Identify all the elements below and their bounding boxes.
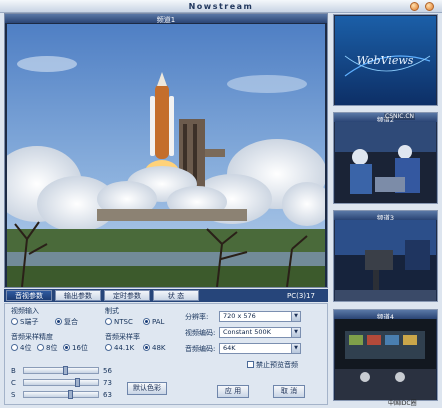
slider-s-value: 63 — [103, 391, 112, 399]
format-pal-radio[interactable] — [143, 318, 150, 325]
slider-c-track[interactable] — [23, 379, 99, 386]
watermark: 中国IDC圈 — [388, 400, 417, 407]
thumbnail-logo[interactable]: WebViews — [333, 14, 438, 106]
resolution-label: 分辨率: — [185, 313, 209, 321]
format-pal-label: PAL — [152, 318, 165, 326]
tab-output-params[interactable]: 输出参数 — [55, 290, 101, 301]
app-title: Nowstream — [188, 2, 254, 11]
settings-panel: 视频输入 S端子 复合 制式 NTSC PAL 音频采样精度 4位 8位 16位… — [4, 303, 328, 405]
audio-rate-label: 音频采样率 — [105, 333, 140, 341]
tab-status[interactable]: 状 态 — [153, 290, 199, 301]
slider-b-track[interactable] — [23, 367, 99, 374]
resolution-select[interactable]: 720 x 576 ▼ — [219, 311, 301, 322]
audio-codec-label: 音频编码: — [185, 345, 216, 353]
title-bar: Nowstream — [0, 0, 442, 13]
main-video-image[interactable] — [7, 24, 325, 287]
audio-rate-48k-radio[interactable] — [143, 344, 150, 351]
thumbnail-4-header: 频道4 — [334, 310, 437, 321]
tab-audio-video-params[interactable]: 音视参数 — [6, 290, 52, 301]
slider-s-label: S — [11, 391, 16, 399]
audio-rate-44k-radio[interactable] — [105, 344, 112, 351]
apply-button[interactable]: 应 用 — [217, 385, 249, 398]
slider-c-thumb[interactable] — [75, 378, 80, 387]
cancel-button[interactable]: 取 消 — [273, 385, 305, 398]
resolution-value: 720 x 576 — [223, 312, 256, 320]
video-input-label: 视频输入 — [11, 307, 39, 315]
disable-preview-audio-label: 禁止预览音频 — [256, 361, 298, 369]
slider-b-label: B — [11, 367, 16, 375]
thumbnail-channel-2[interactable]: 频道2 CSNIC.CN — [333, 112, 438, 204]
thumbnail-channel-4[interactable]: 频道4 — [333, 309, 438, 401]
audio-rate-48k-label: 48K — [152, 344, 166, 352]
format-ntsc-label: NTSC — [114, 318, 133, 326]
video-input-composite-radio[interactable] — [55, 318, 62, 325]
tab-bar: 音视参数 输出参数 定时参数 状 态 PC(3)17 — [4, 289, 328, 302]
audio-bits-4-radio[interactable] — [11, 344, 18, 351]
audio-bits-4-label: 4位 — [20, 344, 32, 352]
audio-codec-value: 64K — [223, 344, 236, 352]
video-codec-label: 视频编码: — [185, 329, 216, 337]
audio-rate-44k-label: 44.1K — [114, 344, 135, 352]
audio-bits-8-radio[interactable] — [37, 344, 44, 351]
chevron-down-icon[interactable]: ▼ — [291, 328, 300, 337]
chevron-down-icon[interactable]: ▼ — [291, 312, 300, 321]
video-codec-select[interactable]: Constant 500K ▼ — [219, 327, 301, 338]
slider-s-track[interactable] — [23, 391, 99, 398]
webviews-logo-text: WebViews — [357, 54, 414, 67]
tab-schedule-params[interactable]: 定时参数 — [104, 290, 150, 301]
minimize-button[interactable] — [410, 2, 419, 11]
slider-s-thumb[interactable] — [68, 390, 73, 399]
main-video-header: 频道1 — [5, 14, 327, 24]
video-codec-value: Constant 500K — [223, 328, 271, 336]
audio-bits-8-label: 8位 — [46, 344, 58, 352]
overlay-text: CSNIC.CN — [384, 113, 416, 120]
close-button[interactable] — [425, 2, 434, 11]
slider-c-value: 73 — [103, 379, 112, 387]
thumbnail-3-image — [335, 220, 436, 301]
fps-readout: PC(3)17 — [287, 292, 315, 300]
thumbnail-4-image — [335, 319, 436, 400]
audio-bits-label: 音频采样精度 — [11, 333, 53, 341]
audio-bits-16-radio[interactable] — [63, 344, 70, 351]
thumbnail-2-image — [335, 122, 436, 203]
thumbnail-3-header: 频道3 — [334, 211, 437, 222]
main-video-panel: 频道1 — [4, 13, 328, 288]
slider-c-label: C — [11, 379, 16, 387]
disable-preview-audio-checkbox[interactable] — [247, 361, 254, 368]
default-color-button[interactable]: 默认色彩 — [127, 382, 167, 395]
thumbnail-channel-3[interactable]: 频道3 — [333, 210, 438, 302]
audio-codec-select[interactable]: 64K ▼ — [219, 343, 301, 354]
video-input-composite-label: 复合 — [64, 318, 78, 326]
format-label: 制式 — [105, 307, 119, 315]
chevron-down-icon[interactable]: ▼ — [291, 344, 300, 353]
audio-bits-16-label: 16位 — [72, 344, 88, 352]
slider-b-thumb[interactable] — [63, 366, 68, 375]
video-input-svideo-label: S端子 — [20, 318, 39, 326]
format-ntsc-radio[interactable] — [105, 318, 112, 325]
webviews-logo-image: WebViews — [335, 16, 436, 105]
video-input-svideo-radio[interactable] — [11, 318, 18, 325]
slider-b-value: 56 — [103, 367, 112, 375]
